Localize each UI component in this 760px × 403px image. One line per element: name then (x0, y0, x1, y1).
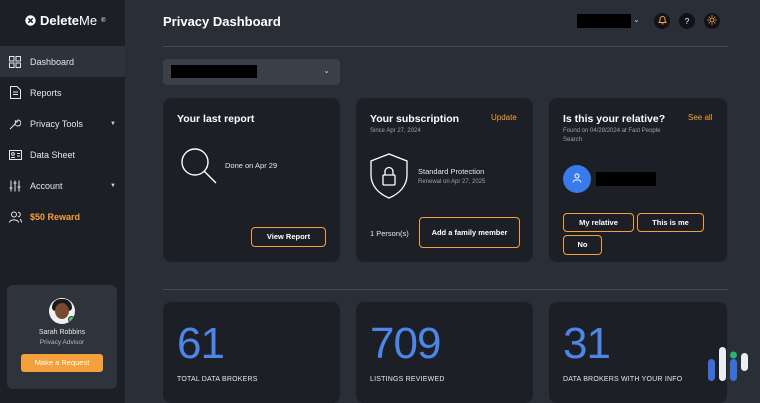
update-link[interactable]: Update (491, 113, 517, 122)
sidebar-item-label: Dashboard (30, 56, 75, 67)
stat-label: TOTAL DATA BROKERS (177, 376, 258, 383)
sidebar-item-label: Account (30, 180, 63, 191)
help-icon: ? (684, 16, 690, 26)
report-status: Done on Apr 29 (225, 161, 278, 170)
stat-value: 61 (177, 319, 225, 368)
subscription-card: Your subscription Since Apr 27, 2024 Upd… (356, 98, 533, 262)
theme-toggle-button[interactable] (704, 13, 720, 29)
my-relative-button[interactable]: My relative (563, 213, 634, 232)
stat-value: 31 (563, 319, 611, 368)
brand-name-light: Me (79, 13, 98, 28)
avatar (563, 165, 591, 193)
sidebar: Delete Me ® Dashboard Reports Privacy Tool… (0, 0, 125, 403)
relative-card: Is this your relative? See all Found on … (549, 98, 727, 262)
account-name-redacted[interactable] (577, 14, 631, 28)
sidebar-item-reward[interactable]: $50 Reward (0, 201, 125, 232)
see-all-link[interactable]: See all (688, 113, 712, 122)
watermark-logo-icon (706, 345, 750, 390)
stat-label: DATA BROKERS WITH YOUR INFO (563, 376, 683, 383)
sidebar-item-label: $50 Reward (30, 211, 81, 222)
stat-card-total-brokers: 61 TOTAL DATA BROKERS (163, 302, 340, 403)
make-request-button[interactable]: Make a Request (21, 354, 103, 372)
card-title: Your last report (177, 113, 255, 125)
no-button[interactable]: No (563, 235, 602, 255)
shield-lock-icon (370, 153, 408, 204)
last-report-card: Your last report Done on Apr 29 View Rep… (163, 98, 340, 262)
relative-found-info: Found on 04/28/2024 at Fast People Searc… (563, 128, 661, 143)
chevron-down-icon: ▼ (110, 121, 116, 127)
grid-icon (8, 55, 22, 69)
sliders-icon (8, 179, 22, 193)
id-card-icon (8, 148, 22, 162)
sidebar-item-account[interactable]: Account ▼ (0, 170, 125, 201)
wrench-icon (8, 117, 22, 131)
user-icon (572, 170, 582, 188)
stat-label: LISTINGS REVIEWED (370, 376, 445, 383)
plan-name: Standard Protection (418, 167, 485, 176)
sidebar-item-data-sheet[interactable]: Data Sheet (0, 139, 125, 170)
document-icon (8, 86, 22, 100)
persons-count: 1 Person(s) (370, 229, 409, 238)
advisor-name: Sarah Robbins (38, 329, 86, 336)
sidebar-item-reports[interactable]: Reports (0, 77, 125, 108)
header-divider (163, 46, 728, 47)
this-is-me-button[interactable]: This is me (637, 213, 704, 232)
sidebar-nav: Dashboard Reports Privacy Tools ▼ Data S… (0, 46, 125, 232)
brand-mark: ® (101, 17, 106, 24)
avatar (49, 298, 75, 324)
brand-logo[interactable]: Delete Me ® (25, 13, 106, 28)
bell-icon (657, 15, 667, 27)
privacy-advisor-card: Sarah Robbins Privacy Advisor Make a Req… (7, 285, 117, 389)
sidebar-item-dashboard[interactable]: Dashboard (0, 46, 125, 77)
sidebar-item-label: Data Sheet (30, 149, 76, 160)
profile-selector[interactable]: ⌄ (163, 59, 340, 85)
renewal-date: Renewal on Apr 27, 2025 (418, 179, 486, 185)
search-icon (180, 147, 218, 190)
stat-card-listings: 709 LISTINGS REVIEWED (356, 302, 533, 403)
add-family-member-button[interactable]: Add a family member (419, 217, 520, 248)
section-divider (163, 289, 728, 290)
chevron-down-icon[interactable]: ⌄ (633, 15, 640, 24)
card-title: Your subscription (370, 113, 460, 125)
sun-icon (707, 15, 717, 27)
sidebar-item-privacy-tools[interactable]: Privacy Tools ▼ (0, 108, 125, 139)
relative-name-redacted (596, 172, 656, 186)
card-title: Is this your relative? (563, 113, 666, 125)
stat-card-brokers-with-info: 31 DATA BROKERS WITH YOUR INFO (549, 302, 727, 403)
chevron-down-icon: ▼ (110, 183, 116, 189)
view-report-button[interactable]: View Report (251, 227, 326, 247)
users-icon (8, 210, 22, 224)
sidebar-item-label: Privacy Tools (30, 118, 83, 129)
notifications-button[interactable] (654, 13, 670, 29)
profile-name-redacted (171, 65, 257, 78)
stat-value: 709 (370, 319, 441, 368)
help-button[interactable]: ? (679, 13, 695, 29)
sidebar-item-label: Reports (30, 87, 62, 98)
page-title: Privacy Dashboard (163, 14, 281, 29)
subscription-since: Since Apr 27, 2024 (370, 128, 421, 134)
online-status-icon (68, 316, 75, 323)
brand-name-bold: Delete (40, 13, 80, 28)
deleteme-logo-icon (25, 15, 36, 26)
advisor-role: Privacy Advisor (39, 339, 85, 346)
chevron-down-icon: ⌄ (323, 66, 330, 75)
